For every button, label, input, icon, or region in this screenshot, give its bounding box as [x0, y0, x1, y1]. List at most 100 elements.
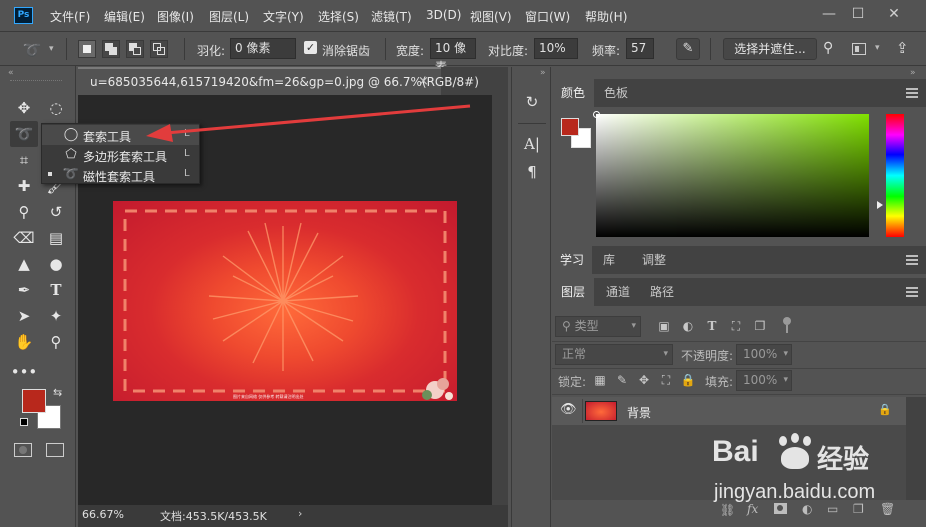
new-selection-icon[interactable]: [78, 40, 96, 58]
edit-toolbar-icon[interactable]: •••: [10, 359, 38, 385]
workspace-dropdown-icon[interactable]: ▾: [875, 43, 880, 53]
collapse-panels-icon[interactable]: »: [540, 68, 546, 78]
hand-tool-icon[interactable]: ✋: [10, 329, 38, 355]
panel-menu-icon[interactable]: [906, 88, 918, 98]
close-window-button[interactable]: ✕: [881, 4, 907, 24]
flyout-item-magnetic-lasso[interactable]: ➰ 磁性套索工具 L: [42, 165, 199, 185]
menu-select[interactable]: 选择(S): [318, 8, 359, 25]
panel-menu-icon[interactable]: [906, 287, 918, 297]
character-panel-icon[interactable]: A|: [520, 133, 544, 155]
menu-view[interactable]: 视图(V): [470, 8, 512, 25]
fill-input[interactable]: 100% ▾: [736, 370, 792, 391]
feather-input[interactable]: 0 像素: [230, 38, 296, 59]
subtract-selection-icon[interactable]: [126, 40, 144, 58]
filter-shape-icon[interactable]: ⛶: [728, 318, 744, 334]
tab-adjustments[interactable]: 调整: [630, 246, 678, 274]
color-picker-field[interactable]: [596, 114, 869, 237]
tablet-pressure-icon[interactable]: ✎: [676, 38, 700, 60]
menu-edit[interactable]: 编辑(E): [104, 8, 145, 25]
panel-menu-icon[interactable]: [906, 255, 918, 265]
filter-type-icon[interactable]: T: [704, 318, 720, 334]
collapse-toolbar-icon[interactable]: «: [8, 68, 14, 78]
type-tool-icon[interactable]: T: [42, 277, 70, 303]
tab-swatches[interactable]: 色板: [596, 79, 636, 107]
menu-type[interactable]: 文字(Y): [263, 8, 304, 25]
pen-tool-icon[interactable]: ✒: [10, 277, 38, 303]
share-icon[interactable]: ⇪: [896, 39, 909, 57]
foreground-color-swatch[interactable]: [22, 389, 46, 413]
history-panel-icon[interactable]: ↻: [520, 91, 544, 113]
menu-file[interactable]: 文件(F): [50, 8, 90, 25]
contrast-input[interactable]: 10%: [534, 38, 578, 59]
filter-toggle[interactable]: [783, 317, 791, 325]
default-colors-icon[interactable]: [20, 418, 28, 426]
menu-3d[interactable]: 3D(D): [426, 8, 461, 22]
close-document-icon[interactable]: ×: [418, 74, 429, 89]
intersect-selection-icon[interactable]: [150, 40, 168, 58]
width-input[interactable]: 10 像素: [430, 38, 476, 74]
zoom-tool-icon[interactable]: ⚲: [42, 329, 70, 355]
lasso-tool-icon[interactable]: ➰: [10, 121, 38, 147]
clone-stamp-icon[interactable]: ⚲: [10, 199, 38, 225]
menu-image[interactable]: 图像(I): [157, 8, 194, 25]
hue-slider[interactable]: [886, 114, 904, 237]
lock-pixels-icon[interactable]: ✎: [614, 372, 630, 388]
path-selection-icon[interactable]: ➤: [10, 303, 38, 329]
preset-dropdown-icon[interactable]: ▾: [49, 44, 54, 54]
swap-colors-icon[interactable]: ⇆: [53, 386, 62, 399]
menu-help[interactable]: 帮助(H): [585, 8, 627, 25]
filter-pixel-icon[interactable]: ▣: [656, 318, 672, 334]
shape-tool-icon[interactable]: ✦: [42, 303, 70, 329]
tab-paths[interactable]: 路径: [642, 278, 682, 306]
frequency-input[interactable]: 57: [626, 38, 654, 59]
blend-mode-select[interactable]: 正常 ▾: [555, 344, 673, 365]
tab-layers[interactable]: 图层: [552, 278, 594, 306]
lock-position-icon[interactable]: ✥: [636, 372, 652, 388]
gradient-tool-icon[interactable]: ▤: [42, 225, 70, 251]
history-brush-icon[interactable]: ↺: [42, 199, 70, 225]
lock-artboard-icon[interactable]: ⛶: [658, 372, 674, 388]
search-icon[interactable]: ⚲: [823, 40, 833, 56]
antialias-checkbox[interactable]: ✓: [304, 41, 317, 54]
layer-row[interactable]: 👁 背景 🔒: [552, 397, 906, 425]
canvas-vertical-scrollbar[interactable]: [492, 95, 508, 505]
tab-color[interactable]: 颜色: [552, 79, 594, 107]
blur-tool-icon[interactable]: ▲: [10, 251, 38, 277]
status-menu-arrow-icon[interactable]: ›: [298, 507, 302, 520]
menu-layer[interactable]: 图层(L): [209, 8, 249, 25]
lock-transparent-icon[interactable]: ▦: [592, 372, 608, 388]
collapse-dock-icon[interactable]: »: [910, 68, 916, 78]
eraser-tool-icon[interactable]: ⌫: [10, 225, 38, 251]
visibility-eye-icon[interactable]: 👁: [560, 402, 577, 417]
menu-filter[interactable]: 滤镜(T): [371, 8, 412, 25]
healing-brush-icon[interactable]: ✚: [10, 173, 38, 199]
color-picker-cursor[interactable]: [593, 111, 600, 118]
lasso-preset-icon[interactable]: ➰: [22, 40, 42, 60]
hue-slider-handle[interactable]: [877, 201, 883, 209]
crop-tool-icon[interactable]: ⌗: [10, 147, 38, 173]
filter-smart-object-icon[interactable]: ❐: [752, 318, 768, 334]
document-tab[interactable]: u=685035644,615719420&fm=26&gp=0.jpg @ 6…: [78, 67, 479, 95]
zoom-level[interactable]: 66.67%: [82, 508, 124, 521]
color-panel-foreground-swatch[interactable]: [561, 118, 579, 136]
tab-libraries[interactable]: 库: [594, 246, 624, 274]
opacity-input[interactable]: 100% ▾: [736, 344, 792, 365]
tab-learn[interactable]: 学习: [552, 246, 592, 274]
paragraph-panel-icon[interactable]: ¶: [520, 161, 544, 183]
dodge-tool-icon[interactable]: ●: [42, 251, 70, 277]
minimize-button[interactable]: —: [816, 4, 842, 24]
select-and-mask-button[interactable]: 选择并遮住...: [723, 38, 817, 60]
quick-mask-icon[interactable]: [14, 443, 32, 457]
filter-adjustment-icon[interactable]: ◐: [680, 318, 696, 334]
move-tool-icon[interactable]: ✥: [10, 95, 38, 121]
workspace-icon[interactable]: [852, 43, 866, 55]
add-selection-icon[interactable]: [102, 40, 120, 58]
menu-window[interactable]: 窗口(W): [525, 8, 570, 25]
maximize-button[interactable]: ☐: [845, 4, 871, 24]
layer-name[interactable]: 背景: [627, 404, 651, 421]
layer-filter-kind[interactable]: ⚲ 类型 ▾: [555, 316, 641, 337]
lock-all-icon[interactable]: 🔒: [680, 372, 696, 388]
screen-mode-icon[interactable]: [46, 443, 64, 457]
marquee-tool-icon[interactable]: ◌: [42, 95, 70, 121]
tab-channels[interactable]: 通道: [598, 278, 638, 306]
